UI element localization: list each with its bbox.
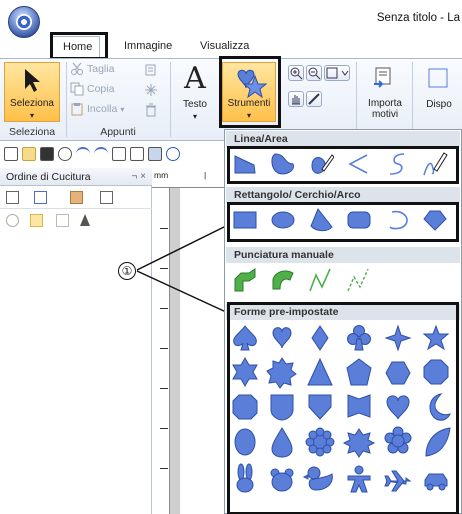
paste-icon — [71, 103, 83, 116]
testo-button[interactable]: A Testo ▾ — [174, 62, 216, 122]
section-punciatura: Punciatura manuale — [226, 247, 460, 263]
dispo-button[interactable]: Dispo — [416, 62, 462, 122]
color-icon[interactable] — [148, 147, 162, 161]
pane-toolbar-2 — [0, 210, 152, 230]
rettangolo-highlight — [227, 202, 459, 242]
manual-punch-curve-icon[interactable] — [270, 267, 296, 293]
manual-punch-block-icon[interactable] — [232, 267, 258, 293]
incolla-button[interactable]: Incolla ▾ — [70, 101, 124, 117]
strumenti-dropdown: Linea/Area Rettangolo/ Cerchio/Arco Punc… — [224, 129, 462, 514]
strumenti-highlight — [219, 56, 281, 128]
punciatura-row — [230, 264, 456, 296]
undo-icon[interactable] — [76, 147, 90, 161]
quick-toolbar — [0, 143, 224, 167]
flower-icon — [16, 14, 32, 30]
section-linea-area: Linea/Area — [226, 131, 460, 147]
home-tab-highlight — [50, 32, 108, 60]
canvas-area[interactable]: mm | — [152, 168, 224, 514]
linea-area-highlight — [227, 146, 459, 184]
hand-pan-icon[interactable] — [288, 91, 304, 107]
tab-visualizza[interactable]: Visualizza — [190, 36, 259, 58]
zoom-out-icon[interactable] — [306, 65, 322, 81]
open-folder-icon[interactable] — [22, 147, 36, 161]
importa-motivi-button[interactable]: Importa motivi — [362, 62, 408, 122]
copia-button[interactable]: Copia — [70, 81, 114, 97]
view-icon[interactable] — [6, 191, 19, 204]
left-ruler — [152, 188, 170, 514]
redo-icon[interactable] — [94, 147, 108, 161]
seleziona-button[interactable]: Seleziona ▾ — [4, 62, 60, 122]
pointer-icon[interactable] — [80, 214, 90, 226]
eye-icon[interactable] — [6, 214, 19, 227]
manual-punch-dashed-icon[interactable] — [346, 267, 372, 293]
import-icon — [374, 67, 391, 88]
design-page[interactable] — [180, 188, 224, 514]
pane-toolbar — [0, 187, 152, 209]
forme-highlight — [227, 302, 459, 514]
zoom-fit-icon[interactable] — [324, 65, 350, 81]
search-icon[interactable] — [58, 147, 72, 161]
save-icon[interactable] — [40, 147, 54, 161]
delete-icon[interactable] — [56, 214, 69, 227]
delete-icon[interactable] — [144, 103, 158, 117]
taglia-button[interactable]: Taglia — [70, 61, 114, 77]
help-icon[interactable] — [166, 147, 180, 161]
callout-number: ① — [118, 262, 136, 280]
group-icon[interactable] — [34, 191, 47, 204]
frame-icon[interactable] — [100, 191, 113, 204]
pane-title: Ordine di Cucitura ¬ × — [0, 168, 152, 186]
zoom-in-icon[interactable] — [288, 65, 304, 81]
appunti-group-label: Appunti — [100, 126, 136, 138]
manual-punch-line-icon[interactable] — [308, 267, 334, 293]
section-rettangolo: Rettangolo/ Cerchio/Arco — [226, 187, 460, 203]
color-sort-icon[interactable] — [70, 191, 83, 204]
grid-icon[interactable] — [112, 147, 126, 161]
duplicate-icon[interactable] — [144, 83, 158, 97]
layout-icon — [428, 68, 448, 88]
measure-icon[interactable] — [306, 91, 322, 107]
pane-controls[interactable]: ¬ × — [132, 168, 146, 186]
application-menu-button[interactable] — [8, 6, 40, 38]
pointer-icon — [25, 69, 40, 92]
text-a-icon: A — [184, 61, 206, 96]
sewing-order-pane: Ordine di Cucitura ¬ × — [0, 168, 152, 514]
new-file-icon[interactable] — [4, 147, 18, 161]
paste-special-icon[interactable] — [144, 63, 158, 77]
window-title: Senza titolo - La — [376, 12, 460, 24]
copy-icon — [70, 82, 84, 96]
page-icon[interactable] — [130, 147, 144, 161]
top-ruler: mm | — [152, 168, 224, 188]
scissors-icon — [71, 62, 83, 75]
tab-immagine[interactable]: Immagine — [114, 36, 182, 58]
lock-icon[interactable] — [30, 214, 43, 227]
seleziona-group-label: Seleziona — [8, 126, 56, 138]
